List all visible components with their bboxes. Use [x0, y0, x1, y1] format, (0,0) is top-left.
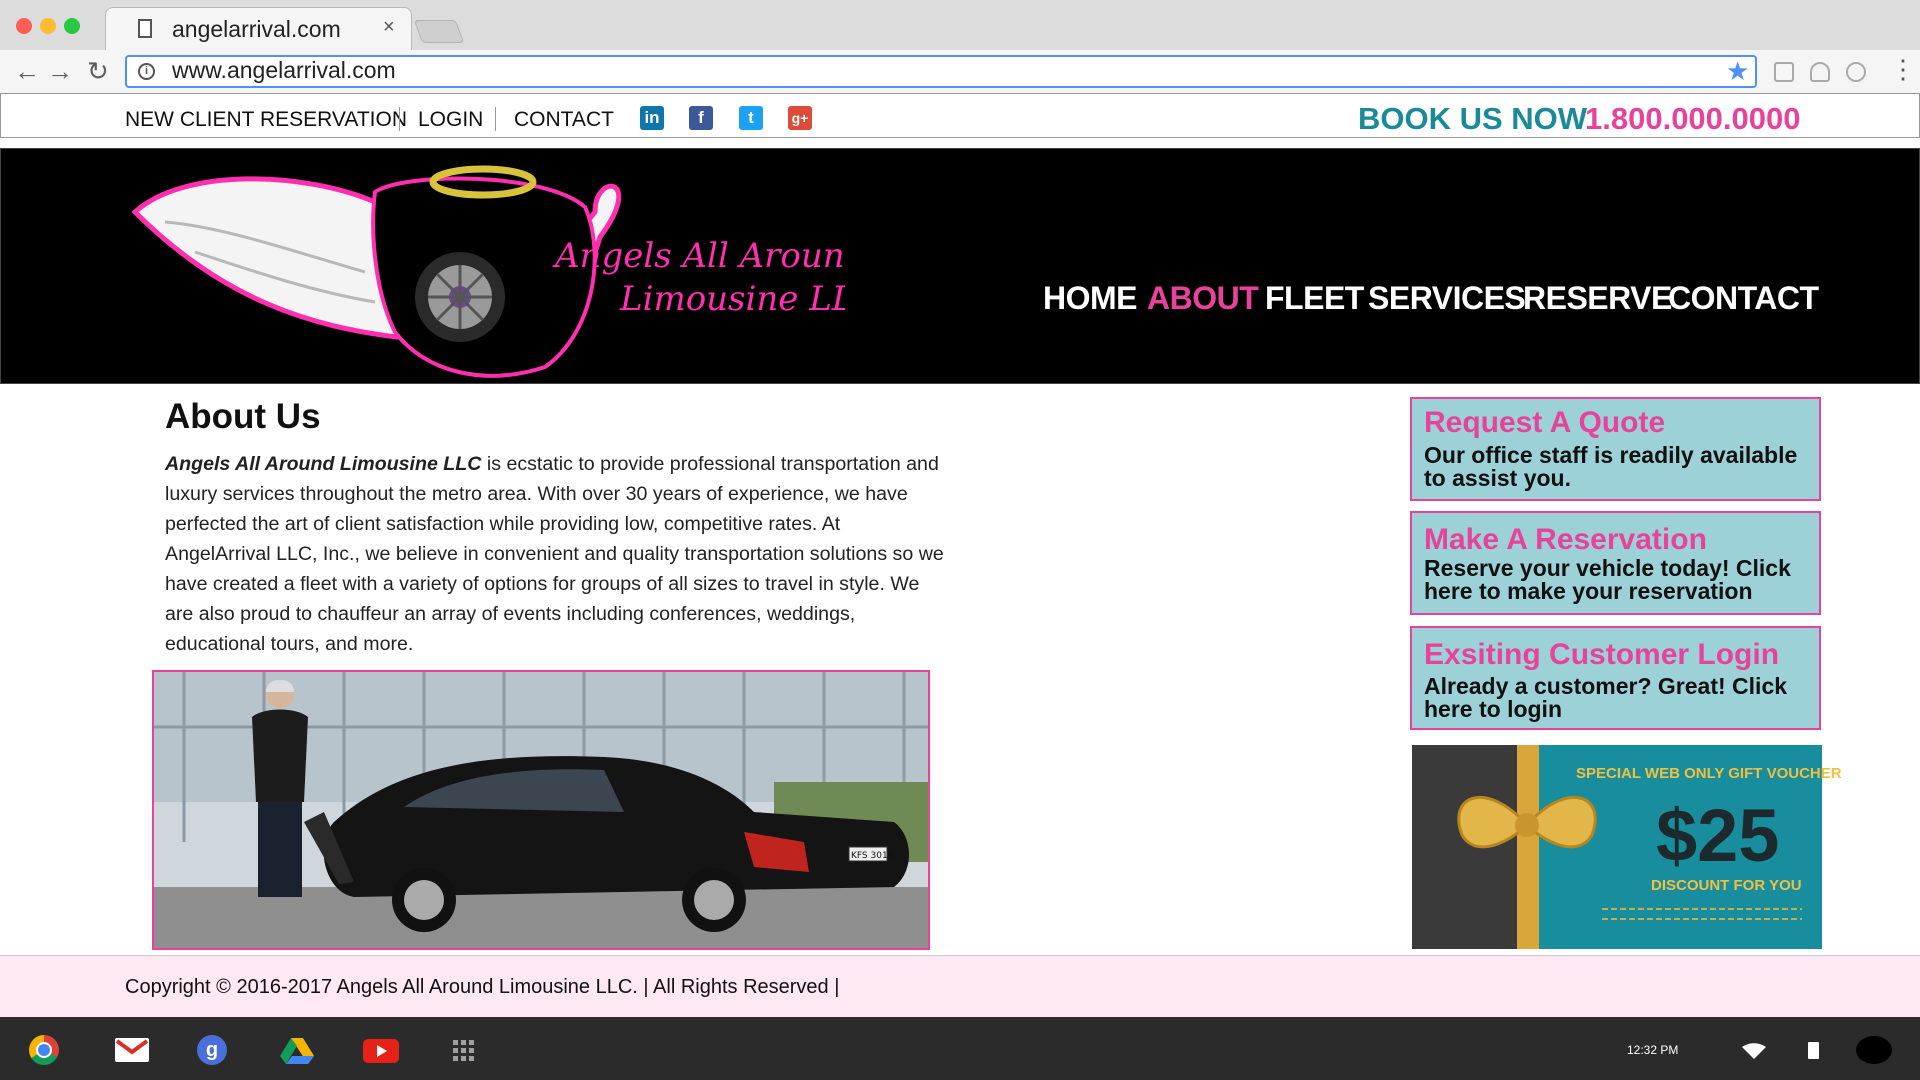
- url-text[interactable]: www.angelarrival.com: [172, 57, 396, 84]
- twitter-icon[interactable]: t: [739, 106, 763, 130]
- logo-text-line1: Angels All Around: [552, 236, 845, 276]
- nav-home[interactable]: HOME: [1043, 280, 1138, 317]
- new-client-reservation-link[interactable]: NEW CLIENT RESERVATION: [125, 108, 407, 132]
- about-body: is ecstatic to provide professional tran…: [165, 453, 944, 655]
- phone-number[interactable]: 1.800.000.0000: [1585, 101, 1801, 137]
- drive-icon[interactable]: [280, 1038, 314, 1064]
- back-icon[interactable]: ←: [14, 58, 40, 84]
- reload-icon[interactable]: ↻: [87, 58, 109, 84]
- request-quote-title[interactable]: Request A Quote: [1424, 406, 1665, 440]
- wifi-icon[interactable]: [1742, 1043, 1766, 1059]
- chrome-icon[interactable]: [29, 1035, 59, 1065]
- youtube-icon[interactable]: [363, 1039, 399, 1063]
- contact-link[interactable]: CONTACT: [514, 108, 614, 132]
- voucher-amount: $25: [1656, 794, 1780, 877]
- battery-icon[interactable]: [1808, 1042, 1819, 1059]
- login-link[interactable]: LOGIN: [418, 108, 483, 132]
- app-launcher-icon[interactable]: [453, 1040, 475, 1062]
- logo-text-line2: Limousine LLC: [619, 279, 845, 319]
- google-search-icon[interactable]: g: [197, 1035, 227, 1065]
- cloud-icon[interactable]: [1846, 62, 1866, 82]
- make-reservation-text: Reserve your vehicle today! Click here t…: [1424, 555, 1791, 604]
- customer-login-title[interactable]: Exsiting Customer Login: [1424, 638, 1779, 672]
- new-tab-button[interactable]: [413, 20, 465, 43]
- divider: [495, 107, 496, 131]
- dropbox-icon[interactable]: [1810, 62, 1830, 82]
- tab-title: angelarrival.com: [172, 16, 341, 42]
- page-icon: [138, 19, 152, 38]
- gift-bow-icon: [1457, 796, 1597, 849]
- google-plus-icon[interactable]: g+: [788, 106, 812, 130]
- system-clock[interactable]: 12:32 PM: [1627, 1043, 1678, 1057]
- browser-menu-icon[interactable]: ⋮: [1890, 56, 1916, 82]
- license-plate: KFS 3014: [851, 851, 894, 861]
- nav-reserve[interactable]: RESERVE: [1523, 280, 1672, 317]
- linkedin-icon[interactable]: in: [640, 106, 664, 130]
- voucher-discount-label: DISCOUNT FOR YOU: [1651, 877, 1802, 894]
- copyright-text: Copyright © 2016-2017 Angels All Around …: [125, 976, 840, 998]
- bookmark-star-icon[interactable]: ★: [1726, 56, 1749, 87]
- voucher-subtitle: SPECIAL WEB ONLY GIFT VOUCHER: [1576, 765, 1842, 782]
- facebook-icon[interactable]: f: [689, 106, 713, 130]
- nav-about[interactable]: ABOUT: [1147, 280, 1259, 317]
- voucher-fine-print: [1602, 908, 1802, 920]
- divider: [399, 107, 400, 131]
- extension-icon[interactable]: [1774, 62, 1794, 82]
- minimize-window-button[interactable]: [40, 18, 56, 34]
- company-name: Angels All Around Limousine LLC: [165, 453, 482, 475]
- page-title: About Us: [165, 397, 321, 436]
- close-window-button[interactable]: [16, 18, 32, 34]
- chauffeur-car-photo: KFS 3014: [152, 670, 930, 950]
- request-quote-text: Our office staff is readily available to…: [1424, 442, 1798, 491]
- nav-services[interactable]: SERVICES: [1368, 280, 1526, 317]
- tab-close-icon[interactable]: ×: [383, 16, 395, 39]
- make-reservation-title[interactable]: Make A Reservation: [1424, 523, 1707, 557]
- nav-contact[interactable]: CONTACT: [1668, 280, 1819, 317]
- gmail-icon[interactable]: [115, 1038, 149, 1062]
- nav-fleet[interactable]: FLEET: [1265, 280, 1364, 317]
- info-icon[interactable]: i: [138, 63, 155, 80]
- about-paragraph: Angels All Around Limousine LLC is ecsta…: [165, 449, 945, 659]
- user-avatar[interactable]: [1856, 1036, 1892, 1064]
- maximize-window-button[interactable]: [64, 18, 80, 34]
- company-logo[interactable]: Angels All Around Limousine LLC: [125, 152, 845, 382]
- forward-icon[interactable]: →: [47, 58, 73, 84]
- customer-login-text: Already a customer? Great! Click here to…: [1424, 673, 1788, 722]
- book-us-now-text: BOOK US NOW: [1358, 101, 1588, 136]
